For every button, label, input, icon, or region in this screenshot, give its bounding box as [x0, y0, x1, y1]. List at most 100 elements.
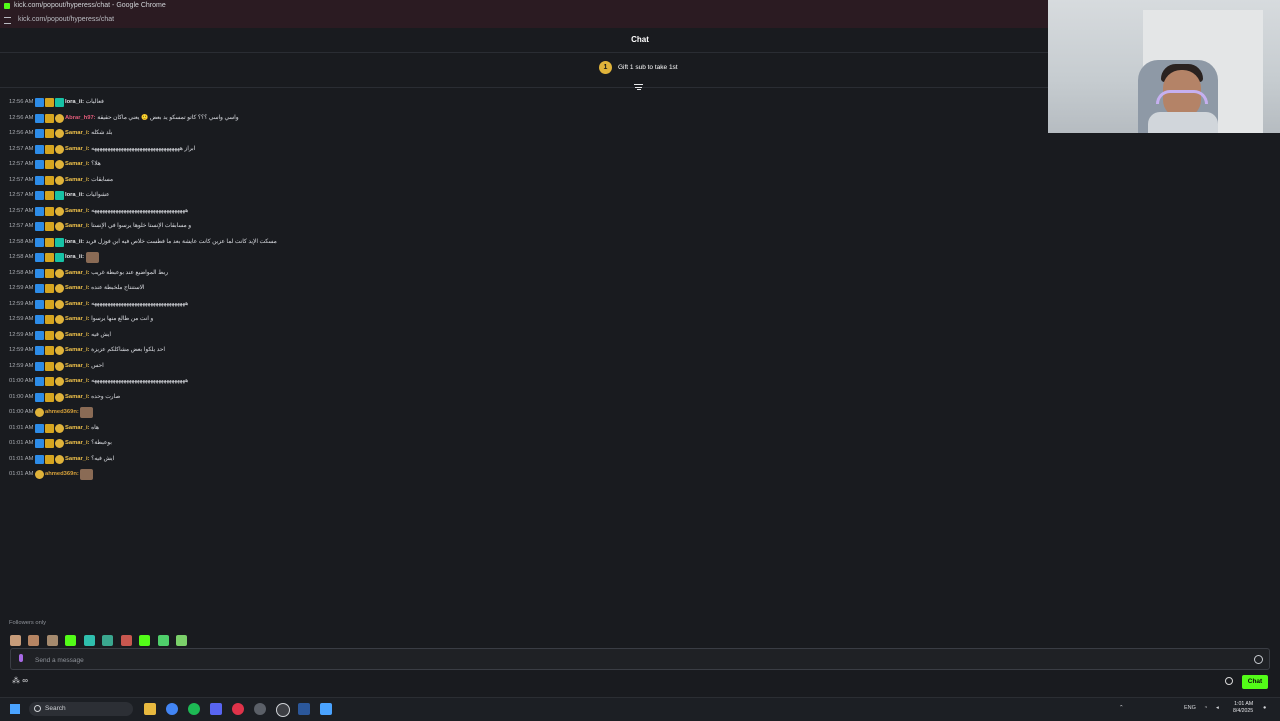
notification-icon[interactable]: ●: [1263, 705, 1266, 711]
moderator-badge-icon[interactable]: [35, 144, 44, 154]
moderator-badge-icon[interactable]: [35, 206, 44, 216]
crown-badge-icon[interactable]: [45, 439, 54, 448]
message-username[interactable]: Samar_i:: [65, 316, 90, 322]
crown-badge-icon[interactable]: [45, 454, 54, 464]
crown-badge-icon[interactable]: [45, 330, 54, 340]
moderator-badge-icon[interactable]: [35, 191, 44, 200]
subscriber-badge-icon[interactable]: [55, 392, 64, 402]
chat-message[interactable]: 12:59 AM Samar_i: ههههههههههههههههههههههه…: [9, 299, 809, 315]
subscriber-badge-icon[interactable]: [55, 315, 64, 324]
subscriber-badge-icon[interactable]: [55, 454, 64, 464]
moderator-badge-icon[interactable]: [35, 175, 44, 185]
message-username[interactable]: Samar_i:: [65, 285, 90, 291]
moderator-badge-icon[interactable]: [35, 377, 44, 386]
crown-badge-icon[interactable]: [45, 191, 54, 200]
message-username[interactable]: Samar_i:: [65, 363, 90, 369]
language-indicator[interactable]: ENG: [1184, 705, 1196, 711]
message-username[interactable]: lora_ii:: [65, 239, 84, 245]
subscriber-badge-icon[interactable]: [55, 268, 64, 278]
crown-badge-icon[interactable]: [45, 222, 54, 231]
subscriber-badge-icon[interactable]: [55, 439, 64, 448]
tray-chevron-icon[interactable]: ⌃: [1119, 705, 1124, 711]
chat-message[interactable]: 12:59 AM Samar_i: الاستنتاج ملخبطة عنده: [9, 283, 809, 299]
obs-icon[interactable]: [276, 703, 290, 717]
crown-badge-icon[interactable]: [45, 253, 54, 262]
word-icon[interactable]: [298, 703, 310, 715]
message-username[interactable]: Samar_i:: [65, 440, 90, 446]
message-username[interactable]: lora_ii:: [65, 99, 84, 105]
chat-message[interactable]: 01:00 AM Samar_i: صارت وحده: [9, 392, 809, 408]
chat-settings-icon[interactable]: [1225, 677, 1233, 685]
moderator-badge-icon[interactable]: [35, 222, 44, 231]
chat-message[interactable]: 01:01 AM ahmed369n:: [9, 469, 809, 485]
subscriber-badge-icon[interactable]: [55, 160, 64, 169]
file-explorer-icon[interactable]: [144, 703, 156, 715]
message-username[interactable]: Samar_i:: [65, 456, 90, 462]
chat-message[interactable]: 12:56 AM lora_ii: فعاليات: [9, 97, 809, 113]
message-username[interactable]: Samar_i:: [65, 270, 90, 276]
chat-message[interactable]: 12:56 AM Samar_i: بلد شكله: [9, 128, 809, 144]
chat-message[interactable]: 12:58 AM lora_ii:: [9, 252, 809, 268]
chat-message[interactable]: 01:00 AM Samar_i: ههههههههههههههههههههههه…: [9, 376, 809, 392]
vip-badge-icon[interactable]: [55, 191, 64, 200]
message-username[interactable]: Samar_i:: [65, 425, 90, 431]
emote-8[interactable]: [139, 635, 151, 647]
subscriber-badge-icon[interactable]: [35, 470, 44, 479]
crown-badge-icon[interactable]: [45, 346, 54, 355]
chat-message[interactable]: 12:57 AM lora_ii: عشوائيات: [9, 190, 809, 206]
url-text[interactable]: kick.com/popout/hyperess/chat: [18, 16, 114, 23]
moderator-badge-icon[interactable]: [35, 113, 44, 123]
emote-10[interactable]: [176, 635, 188, 647]
message-username[interactable]: Samar_i:: [65, 332, 90, 338]
subscriber-badge-icon[interactable]: [55, 346, 64, 355]
subscriber-badge-icon[interactable]: [55, 377, 64, 386]
message-username[interactable]: Samar_i:: [65, 146, 90, 152]
chat-message[interactable]: 12:59 AM Samar_i: و انت من طالع منها يرسو…: [9, 314, 809, 330]
message-username[interactable]: Samar_i:: [65, 301, 90, 307]
crown-badge-icon[interactable]: [45, 268, 54, 278]
crown-badge-icon[interactable]: [45, 129, 54, 138]
chat-message-list[interactable]: 12:56 AM lora_ii: فعاليات 12:56 AM Abrar_h9…: [9, 97, 809, 485]
chat-message[interactable]: 01:01 AM Samar_i: ايش فيه؟: [9, 454, 809, 470]
message-username[interactable]: Samar_i:: [65, 394, 90, 400]
chat-message[interactable]: 12:57 AM Samar_i: ابراز ههههههههههههههههه…: [9, 144, 809, 160]
moderator-badge-icon[interactable]: [35, 392, 44, 402]
settings-app-icon[interactable]: [254, 703, 266, 715]
crown-badge-icon[interactable]: [45, 113, 54, 123]
crown-badge-icon[interactable]: [45, 237, 54, 247]
site-settings-icon[interactable]: [4, 17, 11, 24]
crown-badge-icon[interactable]: [45, 299, 54, 309]
chat-tools[interactable]: ⁂ ∞: [12, 676, 28, 685]
message-username[interactable]: Samar_i:: [65, 378, 90, 384]
crown-badge-icon[interactable]: [45, 206, 54, 216]
subscriber-badge-icon[interactable]: [55, 222, 64, 231]
chat-message[interactable]: 12:59 AM Samar_i: احد يلكوا بعض مشاكلكم ع…: [9, 345, 809, 361]
moderator-badge-icon[interactable]: [35, 253, 44, 262]
discord-icon[interactable]: [210, 703, 222, 715]
moderator-badge-icon[interactable]: [35, 160, 44, 169]
moderator-badge-icon[interactable]: [35, 299, 44, 309]
crown-badge-icon[interactable]: [45, 361, 54, 371]
volume-icon[interactable]: ◂: [1216, 705, 1219, 711]
chat-message[interactable]: 12:59 AM Samar_i: احس: [9, 361, 809, 377]
subscriber-badge-icon[interactable]: [55, 113, 64, 123]
moderator-badge-icon[interactable]: [35, 315, 44, 324]
chat-message[interactable]: 01:01 AM Samar_i: بوعبطة؟: [9, 438, 809, 454]
wifi-icon[interactable]: ◔: [1204, 705, 1207, 711]
moderator-badge-icon[interactable]: [35, 284, 44, 293]
crown-badge-icon[interactable]: [45, 144, 54, 154]
vip-badge-icon[interactable]: [55, 98, 64, 107]
message-username[interactable]: lora_ii:: [65, 192, 84, 198]
message-username[interactable]: Samar_i:: [65, 130, 90, 136]
message-username[interactable]: Samar_i:: [65, 161, 90, 167]
subscriber-badge-icon[interactable]: [55, 330, 64, 340]
message-username[interactable]: ahmed369n:: [45, 471, 79, 477]
infinity-icon[interactable]: ∞: [22, 676, 28, 685]
subscriber-badge-icon[interactable]: [55, 423, 64, 433]
crown-badge-icon[interactable]: [45, 175, 54, 185]
chat-message[interactable]: 12:58 AM Samar_i: ربط المواضيع عند بوعبطة…: [9, 268, 809, 284]
crown-badge-icon[interactable]: [45, 98, 54, 107]
subscriber-badge-icon[interactable]: [55, 144, 64, 154]
moderator-badge-icon[interactable]: [35, 98, 44, 107]
subscriber-badge-icon[interactable]: [35, 408, 44, 417]
